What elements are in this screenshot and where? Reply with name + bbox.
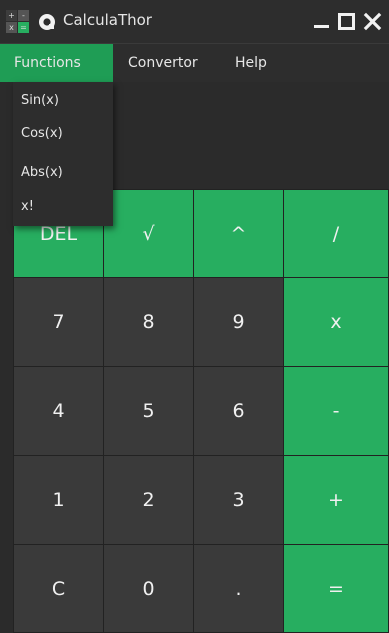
menu-item-abs[interactable]: Abs(x) [13, 160, 113, 186]
menu-item-cos[interactable]: Cos(x) [13, 121, 113, 147]
plus-glyph: + [8, 11, 15, 20]
digit-0-button[interactable]: 0 [103, 544, 194, 633]
minus-glyph: - [22, 11, 25, 20]
maximize-icon[interactable] [337, 12, 356, 31]
close-icon[interactable] [363, 12, 382, 31]
digit-6-button[interactable]: 6 [193, 366, 284, 456]
digit-8-button[interactable]: 8 [103, 277, 194, 367]
divide-button[interactable]: / [283, 189, 389, 278]
multiply-glyph: x [9, 23, 14, 32]
digit-7-button[interactable]: 7 [13, 277, 104, 367]
equals-button[interactable]: = [283, 544, 389, 633]
minimize-icon[interactable] [312, 12, 331, 31]
menu-functions[interactable]: Functions [0, 44, 113, 82]
sqrt-button[interactable]: √ [103, 189, 194, 278]
decimal-button[interactable]: . [193, 544, 284, 633]
menu-convertor[interactable]: Convertor [114, 44, 212, 82]
menu-help[interactable]: Help [221, 44, 281, 82]
menu-item-sin[interactable]: Sin(x) [13, 88, 113, 114]
digit-3-button[interactable]: 3 [193, 455, 284, 545]
app-logo-icon [39, 14, 55, 30]
digit-4-button[interactable]: 4 [13, 366, 104, 456]
functions-dropdown: Sin(x) Cos(x) Abs(x) x! [13, 82, 113, 226]
digit-9-button[interactable]: 9 [193, 277, 284, 367]
calculator-app-icon: + - x = [6, 10, 30, 34]
digit-5-button[interactable]: 5 [103, 366, 194, 456]
keypad: DEL √ ^ / 7 8 9 x 4 5 6 - 1 2 3 + C 0 . … [13, 189, 389, 633]
title-bar: + - x = CalculaThor [0, 0, 389, 44]
add-button[interactable]: + [283, 455, 389, 545]
subtract-button[interactable]: - [283, 366, 389, 456]
power-button[interactable]: ^ [193, 189, 284, 278]
multiply-button[interactable]: x [283, 277, 389, 367]
window-title: CalculaThor [63, 11, 152, 29]
menu-item-factorial[interactable]: x! [13, 194, 113, 220]
equals-glyph: = [20, 23, 27, 32]
digit-1-button[interactable]: 1 [13, 455, 104, 545]
menu-bar: Functions Convertor Help [0, 44, 389, 82]
clear-button[interactable]: C [13, 544, 104, 633]
digit-2-button[interactable]: 2 [103, 455, 194, 545]
